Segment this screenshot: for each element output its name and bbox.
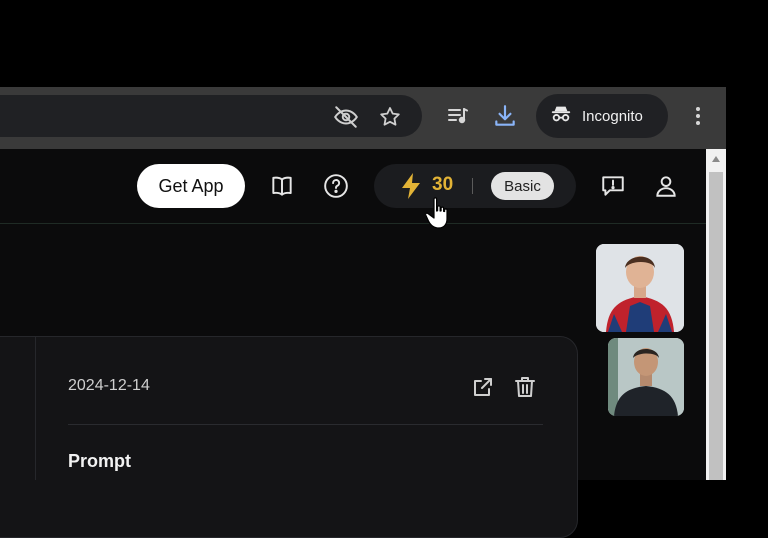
open-external-icon[interactable] <box>470 374 496 400</box>
user-icon[interactable] <box>650 170 682 202</box>
history-card <box>0 336 578 538</box>
thumbnail-image-1[interactable] <box>596 244 684 332</box>
media-queue-icon[interactable] <box>444 102 472 130</box>
thumbnail-image-2[interactable] <box>608 338 684 416</box>
incognito-chip[interactable]: Incognito <box>536 94 668 138</box>
card-separator <box>68 424 543 425</box>
incognito-icon <box>550 103 572 130</box>
card-column-divider <box>35 337 36 480</box>
card-date: 2024-12-14 <box>68 377 150 394</box>
hand-cursor-icon <box>424 196 452 232</box>
get-app-button[interactable]: Get App <box>137 164 245 208</box>
scrollbar-thumb[interactable] <box>709 172 723 480</box>
help-icon[interactable] <box>320 170 352 202</box>
scroll-up-arrow-icon[interactable] <box>706 149 726 169</box>
book-icon[interactable] <box>266 170 298 202</box>
download-icon[interactable] <box>491 102 519 130</box>
eye-off-icon[interactable] <box>333 104 359 130</box>
star-icon[interactable] <box>377 104 403 130</box>
feedback-icon[interactable] <box>597 170 629 202</box>
incognito-label: Incognito <box>582 107 643 125</box>
trash-icon[interactable] <box>512 374 538 400</box>
lightning-icon <box>399 172 423 200</box>
prompt-heading: Prompt <box>68 451 131 471</box>
credit-separator <box>472 178 473 194</box>
plan-badge[interactable]: Basic <box>491 172 554 200</box>
more-vert-icon[interactable] <box>684 102 712 130</box>
credit-count: 30 <box>432 174 454 195</box>
header-divider <box>0 223 706 224</box>
